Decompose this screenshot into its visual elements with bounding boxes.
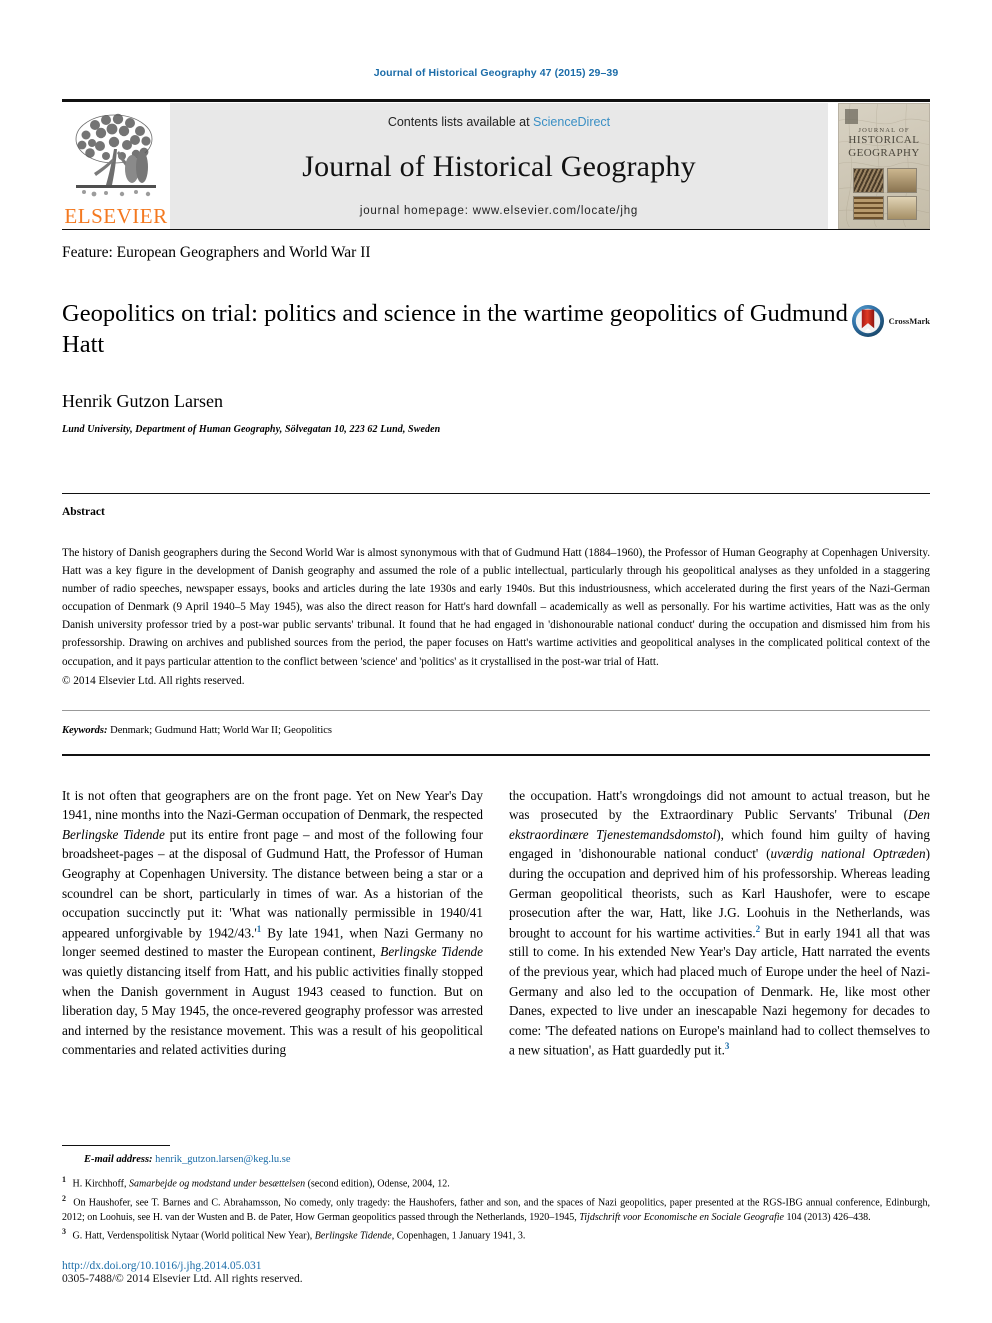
italic-run: Den ekstraordinære Tjenestemandsdomstol — [509, 807, 930, 842]
keywords-label: Keywords: — [62, 724, 108, 736]
italic-run: uværdig national Optræden — [770, 846, 926, 862]
banner-top-rule — [62, 99, 930, 102]
italic-run: Berlingske Tidende — [314, 1230, 392, 1242]
footnote-item: 2 On Haushofer, see T. Barnes and C. Abr… — [62, 1193, 930, 1223]
corresponding-email: E-mail address: henrik_gutzon.larsen@keg… — [62, 1154, 930, 1165]
sciencedirect-link[interactable]: ScienceDirect — [533, 115, 610, 129]
cover-title-line3: GEOGRAPHY — [848, 147, 920, 160]
footnote-item: 3 G. Hatt, Verdenspolitisk Nytaar (World… — [62, 1227, 526, 1242]
email-label: E-mail address: — [84, 1154, 153, 1166]
footnote-marker[interactable]: 3 — [725, 1041, 730, 1051]
cover-tile-2 — [886, 168, 917, 193]
cover-tile-3 — [853, 195, 884, 220]
abstract-heading: Abstract — [62, 505, 105, 518]
journal-banner: ELSEVIER Contents lists available at Sci… — [62, 103, 930, 229]
page-title: Geopolitics on trial: politics and scien… — [62, 300, 848, 359]
journal-title: Journal of Historical Geography — [302, 150, 696, 183]
feature-label: Feature: European Geographers and World … — [62, 244, 371, 261]
abstract-copyright: © 2014 Elsevier Ltd. All rights reserved… — [62, 674, 245, 687]
abstract-mid-rule — [62, 709, 930, 711]
crossmark-label: CrossMark — [888, 316, 930, 326]
italic-run: Berlingske Tidende — [380, 944, 483, 960]
cover-tile-1 — [853, 168, 884, 193]
title-block: Geopolitics on trial: politics and scien… — [62, 262, 930, 435]
cover-title-line2: HISTORICAL — [848, 134, 920, 147]
footnote-list: 1 H. Kirchhoff, Samarbejde og modstand u… — [62, 1174, 930, 1244]
footnote-rule — [62, 1145, 170, 1147]
cover-elsevier-mark — [845, 109, 858, 124]
issn-copyright: 0305-7488/© 2014 Elsevier Ltd. All right… — [62, 1273, 303, 1285]
cover-title-line1: JOURNAL OF — [858, 127, 910, 134]
body-column-right: the occupation. Hatt's wrongdoings did n… — [509, 787, 930, 1058]
elsevier-logo: ELSEVIER — [62, 103, 170, 229]
elsevier-wordmark: ELSEVIER — [64, 204, 168, 228]
body-columns: It is not often that geographers are on … — [62, 786, 930, 1060]
italic-run: Berlingske Tidende — [62, 826, 165, 842]
author-affiliation: Lund University, Department of Human Geo… — [62, 423, 441, 435]
page-footer: E-mail address: henrik_gutzon.larsen@keg… — [62, 1145, 930, 1285]
crossmark-badge[interactable]: CrossMark — [851, 304, 930, 338]
crossmark-icon — [851, 305, 884, 337]
cover-tile-4 — [886, 195, 917, 220]
cover-image-grid — [853, 168, 917, 220]
banner-center: Contents lists available at ScienceDirec… — [170, 103, 828, 229]
body-column-left: It is not often that geographers are on … — [62, 787, 483, 1058]
contents-available-line: Contents lists available at ScienceDirec… — [388, 115, 610, 129]
footnote-item: 1 H. Kirchhoff, Samarbejde og modstand u… — [62, 1175, 450, 1190]
keywords-value: Denmark; Gudmund Hatt; World War II; Geo… — [107, 724, 333, 736]
cover-title: JOURNAL OF HISTORICAL GEOGRAPHY — [839, 127, 929, 160]
keywords: Keywords: Denmark; Gudmund Hatt; World W… — [62, 725, 930, 736]
footnote-marker[interactable]: 2 — [62, 1194, 66, 1203]
article-page: Journal of Historical Geography 47 (2015… — [0, 0, 992, 1323]
italic-run: Tijdschrift voor Economische en Sociale … — [579, 1211, 784, 1223]
contents-prefix: Contents lists available at — [387, 115, 534, 129]
footnote-marker[interactable]: 1 — [257, 924, 262, 934]
journal-homepage-link[interactable]: journal homepage: www.elsevier.com/locat… — [360, 205, 638, 217]
running-head: Journal of Historical Geography 47 (2015… — [373, 67, 619, 79]
abstract-body: The history of Danish geographers during… — [62, 546, 930, 668]
elsevier-tree-icon — [70, 109, 162, 205]
email-link[interactable]: henrik_gutzon.larsen@keg.lu.se — [153, 1154, 290, 1165]
italic-run: Samarbejde og modstand under besættelsen — [128, 1178, 306, 1190]
footnote-marker[interactable]: 3 — [62, 1227, 66, 1236]
abstract-top-rule — [62, 492, 930, 494]
footnote-marker[interactable]: 1 — [62, 1175, 66, 1184]
abstract-bottom-rule — [62, 753, 930, 756]
author-name: Henrik Gutzon Larsen — [62, 390, 223, 411]
doi-link[interactable]: http://dx.doi.org/10.1016/j.jhg.2014.05.… — [62, 1260, 930, 1272]
footnote-marker[interactable]: 2 — [756, 924, 761, 934]
journal-cover-thumbnail[interactable]: JOURNAL OF HISTORICAL GEOGRAPHY — [838, 103, 930, 229]
